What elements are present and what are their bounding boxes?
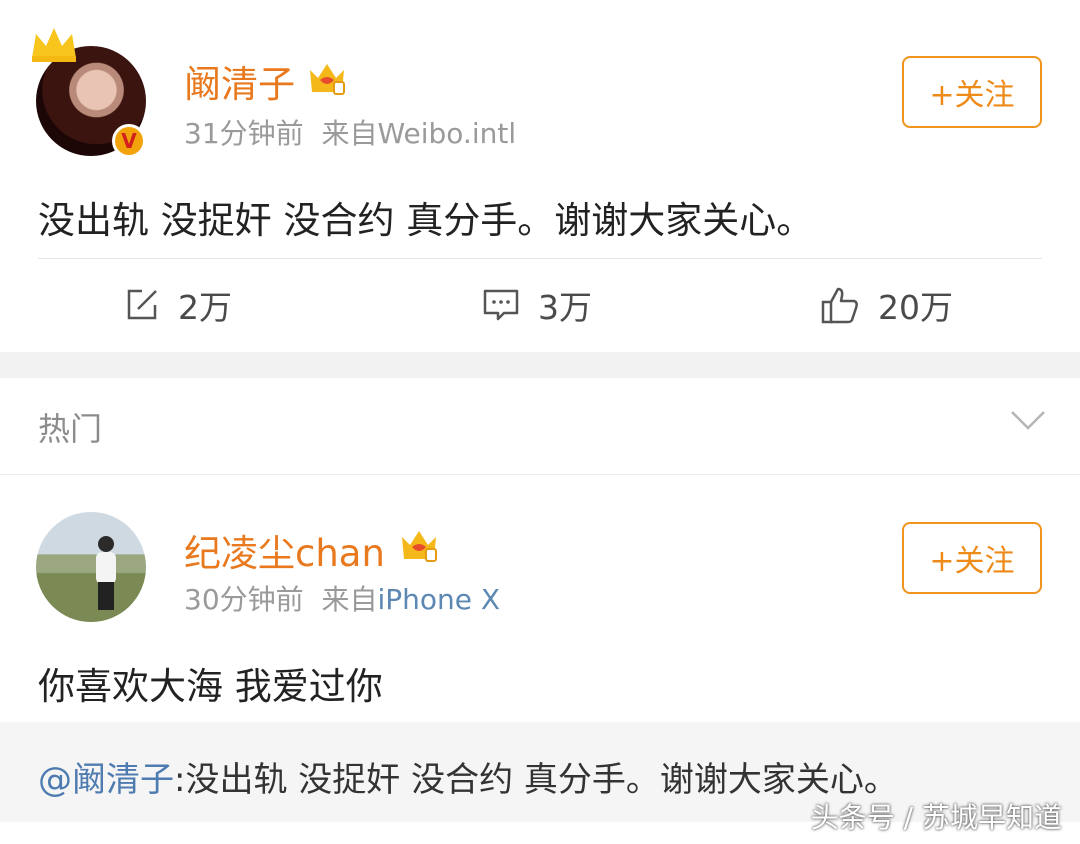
post-meta: 30分钟前 来自iPhone X <box>184 578 500 618</box>
post-time: 30分钟前 <box>184 583 304 616</box>
avatar[interactable] <box>36 512 146 622</box>
watermark: 头条号 / 苏城早知道 <box>810 801 1062 834</box>
avatar-photo <box>96 536 116 610</box>
repost-count: 2万 <box>178 288 232 327</box>
section-separator <box>0 352 1080 378</box>
like-button[interactable]: 20万 <box>820 280 953 330</box>
quoted-text: @阚清子:没出轨 没捉奸 没合约 真分手。谢谢大家关心。 <box>38 752 898 801</box>
mention-link[interactable]: @阚清子 <box>38 760 174 800</box>
source-prefix: 来自 <box>321 583 378 616</box>
post-time: 31分钟前 <box>184 117 304 150</box>
comment-button[interactable]: 3万 <box>482 280 592 330</box>
username[interactable]: 纪凌尘chan <box>184 523 385 577</box>
source-prefix: 来自 <box>321 117 378 150</box>
post-text: 你喜欢大海 我爱过你 <box>38 665 383 708</box>
crown-icon <box>32 28 76 62</box>
weibo-feed: V 阚清子 31分钟前 来自Weibo.intl +关注 没出轨 没捉奸 没合约… <box>0 0 1080 844</box>
repost-button[interactable]: 2万 <box>124 280 232 330</box>
post-source[interactable]: iPhone X <box>377 583 500 616</box>
post-card-1: V 阚清子 31分钟前 来自Weibo.intl +关注 没出轨 没捉奸 没合约… <box>0 0 1080 352</box>
vip-crown-icon[interactable] <box>398 525 440 565</box>
follow-button[interactable]: +关注 <box>902 56 1042 128</box>
username[interactable]: 阚清子 <box>184 54 295 108</box>
repost-icon <box>127 289 157 320</box>
follow-button[interactable]: +关注 <box>902 522 1042 594</box>
like-count: 20万 <box>878 288 953 327</box>
quote-body: :没出轨 没捉奸 没合约 真分手。谢谢大家关心。 <box>174 760 898 800</box>
section-title: 热门 <box>38 410 103 448</box>
vip-crown-icon[interactable] <box>306 58 348 98</box>
post-source: Weibo.intl <box>377 117 517 150</box>
chevron-down-icon[interactable] <box>1010 408 1046 432</box>
comment-icon <box>483 289 519 321</box>
post-meta: 31分钟前 来自Weibo.intl <box>184 112 516 152</box>
comment-count: 3万 <box>538 288 592 327</box>
like-icon <box>821 287 858 324</box>
verified-v-icon: V <box>112 124 146 158</box>
post-text: 没出轨 没捉奸 没合约 真分手。谢谢大家关心。 <box>38 199 814 242</box>
divider <box>38 258 1042 259</box>
hot-comments-header[interactable]: 热门 <box>0 378 1080 475</box>
